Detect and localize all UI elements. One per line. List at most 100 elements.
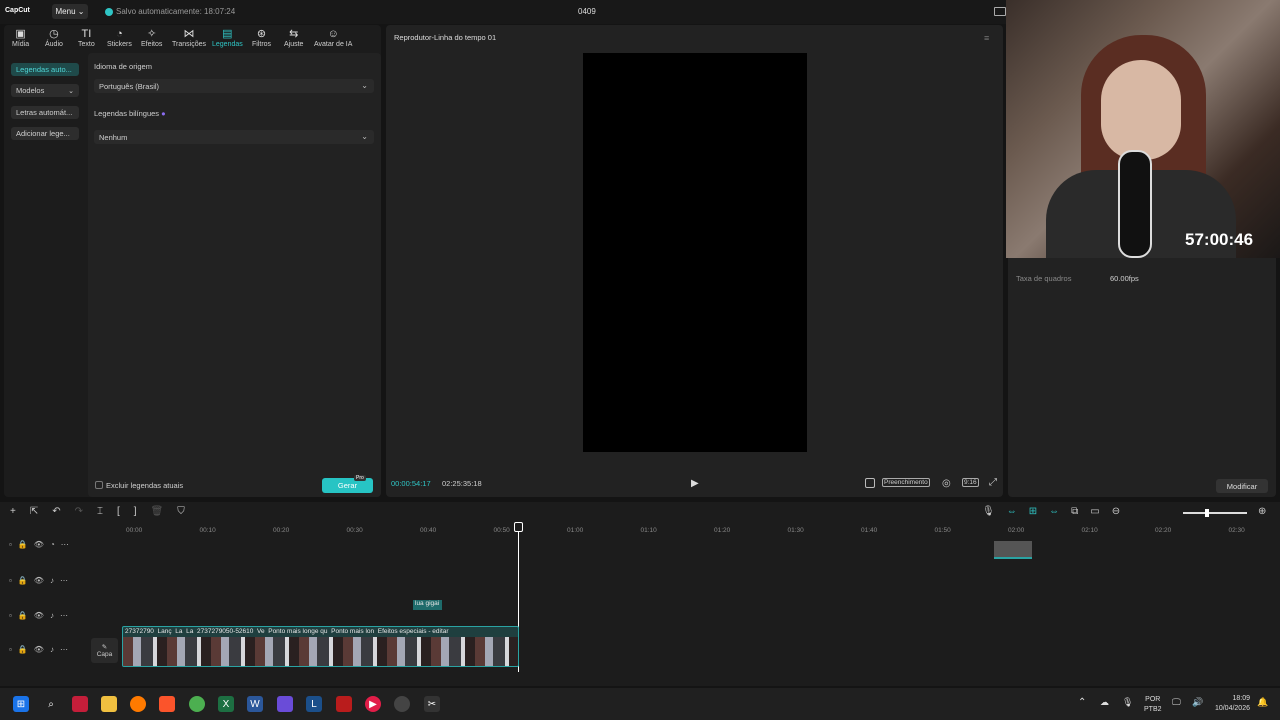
sidebar-item-auto-captions[interactable]: Legendas auto... — [11, 63, 79, 76]
cover-button[interactable]: ✎ Capa — [91, 638, 118, 663]
notification-icon[interactable]: 🔔 — [1257, 697, 1268, 708]
app-icon-1[interactable] — [72, 696, 88, 712]
cloud-icon — [105, 7, 113, 16]
track-controls-3[interactable]: ▫🔒👁♪⋯ — [9, 611, 74, 620]
tool-audio[interactable]: ◷ Áudio — [45, 28, 63, 48]
brave-icon[interactable] — [159, 696, 175, 712]
fps-label: Taxa de quadros — [1016, 274, 1072, 283]
tool-effects[interactable]: ✧ Efeitos — [141, 28, 162, 48]
cloud-icon[interactable]: ☁ — [1100, 697, 1109, 708]
sidebar-item-add-captions[interactable]: Adicionar lege... — [11, 127, 79, 140]
sidebar-item-templates[interactable]: Modelos ⌄ — [11, 84, 79, 97]
split-icon[interactable]: ⌶ — [97, 506, 103, 517]
tool-ai-avatar[interactable]: ☺ Avatar de IA — [314, 28, 352, 48]
tool-captions[interactable]: ▤ Legendas — [212, 28, 243, 48]
video-canvas[interactable] — [583, 53, 807, 452]
chevron-up-icon[interactable]: ⌃ — [1078, 697, 1086, 708]
volume-icon[interactable]: 🔊 — [1192, 697, 1203, 708]
language-indicator[interactable]: POR PTB2 — [1144, 695, 1162, 715]
tool-transitions[interactable]: ⋈ Transições — [172, 28, 206, 48]
text-clip[interactable]: lua gigai — [413, 600, 442, 610]
screenshot-icon[interactable]: ◎ — [942, 478, 951, 489]
menu-button[interactable]: Menu ⌄ — [52, 4, 88, 19]
trim-left-icon[interactable]: [ — [117, 506, 120, 517]
media-player-icon[interactable]: ▶ — [365, 696, 381, 712]
track-controls-main[interactable]: ▫🔒👁♪⋯ — [9, 645, 74, 654]
ruler-tick: 00:00 — [126, 527, 143, 534]
undo-icon[interactable]: ↶ — [52, 506, 60, 517]
ruler-tick: 00:40 — [420, 527, 437, 534]
chevron-down-icon: ⌄ — [361, 81, 368, 90]
lang-code: POR — [1145, 696, 1161, 703]
mic-icon[interactable]: 🎙 — [1122, 697, 1133, 708]
tool-adjust[interactable]: ⇆ Ajuste — [284, 28, 303, 48]
ruler-tick: 02:30 — [1228, 527, 1245, 534]
modify-button[interactable]: Modificar — [1216, 479, 1268, 493]
avatar-icon: ☺ — [327, 28, 339, 40]
chrome-icon[interactable] — [189, 696, 205, 712]
bilingual-select[interactable]: Nenhum ⌄ — [94, 130, 374, 144]
zoom-out-icon[interactable]: ⊖ — [1112, 506, 1120, 517]
playhead-handle[interactable] — [514, 522, 523, 532]
sidebar-item-auto-lyrics[interactable]: Letras automát... — [11, 106, 79, 119]
fill-button[interactable]: Preenchimento — [882, 478, 930, 487]
word-icon[interactable]: W — [247, 696, 263, 712]
redo-icon[interactable]: ↷ — [75, 506, 83, 517]
excel-icon[interactable]: X — [218, 696, 234, 712]
source-language-select[interactable]: Português (Brasil) ⌄ — [94, 79, 374, 93]
magnet-icon[interactable]: ⊞ — [1029, 506, 1037, 517]
microphone — [1118, 150, 1152, 258]
folder-icon[interactable] — [101, 696, 117, 712]
caption-icon[interactable]: ▭ — [1090, 506, 1099, 517]
play-icon[interactable]: ▶ — [691, 478, 699, 489]
preview-axis-icon[interactable]: ⧉ — [1071, 506, 1078, 517]
clock[interactable]: 18:09 10/04/2026 — [1208, 694, 1250, 714]
tool-label: Mídia — [12, 41, 30, 48]
crop-icon[interactable] — [865, 478, 875, 488]
clip-label: La — [186, 628, 194, 635]
chevron-down-icon: ⌄ — [361, 132, 368, 141]
firefox-icon[interactable] — [130, 696, 146, 712]
main-video-track[interactable]: 27372790 Lanç La La 2737279050-52610 Ve … — [122, 626, 519, 667]
player-menu-icon[interactable]: ≡ — [984, 33, 989, 43]
zoom-thumb[interactable] — [1205, 509, 1209, 517]
windows-start-icon[interactable]: ⊞ — [13, 696, 29, 712]
tool-stickers[interactable]: ◔ Stickers — [107, 28, 132, 48]
link-icon[interactable]: ⇔ — [1007, 506, 1017, 517]
tool-filters[interactable]: ⊛ Filtros — [252, 28, 271, 48]
overlay-clip[interactable] — [994, 541, 1032, 559]
search-icon[interactable]: ⌕ — [43, 696, 59, 712]
text-icon: TI — [81, 28, 92, 40]
marker-icon[interactable]: ⛉ — [177, 506, 185, 517]
effects-icon: ✧ — [147, 28, 157, 40]
app-icon-3[interactable] — [336, 696, 352, 712]
tool-media[interactable]: ▣ Mídia — [12, 28, 29, 48]
exclude-captions-checkbox[interactable] — [95, 481, 103, 489]
app-icon-2[interactable] — [277, 696, 293, 712]
mic-icon[interactable]: 🎙 — [982, 506, 995, 517]
network-icon[interactable]: 🖵 — [1172, 697, 1181, 708]
clip-label: Efeitos especiais - editar — [377, 628, 449, 635]
trim-right-icon[interactable]: ] — [134, 506, 137, 517]
tool-label: Filtros — [252, 41, 272, 48]
ruler-tick: 01:00 — [567, 527, 584, 534]
ruler-tick: 01:30 — [787, 527, 804, 534]
capcut-icon[interactable]: ✂ — [424, 696, 440, 712]
delete-icon[interactable]: 🗑 — [151, 506, 164, 517]
add-track-icon[interactable]: + — [10, 506, 16, 517]
select-tool-icon[interactable]: ⇱ — [30, 506, 38, 517]
app-icon-lrc[interactable]: L — [306, 696, 322, 712]
tool-label: Efeitos — [141, 41, 163, 48]
webcam-overlay — [1006, 0, 1280, 258]
track-controls-1[interactable]: ▫🔒👁◔⋯ — [9, 540, 75, 549]
obs-icon[interactable] — [394, 696, 410, 712]
zoom-in-icon[interactable]: ⊕ — [1258, 506, 1266, 517]
zoom-slider[interactable] — [1183, 509, 1247, 517]
aspect-ratio-button[interactable]: 9:16 — [962, 478, 979, 487]
tool-text[interactable]: TI Texto — [78, 28, 95, 48]
track-controls-2[interactable]: ▫🔒👁♪⋯ — [9, 576, 74, 585]
fullscreen-icon[interactable]: ⤢ — [989, 477, 997, 488]
layout-icon[interactable] — [994, 7, 1006, 16]
snap-icon[interactable]: ⇔ — [1049, 506, 1059, 517]
project-title: 0409 — [578, 7, 596, 16]
